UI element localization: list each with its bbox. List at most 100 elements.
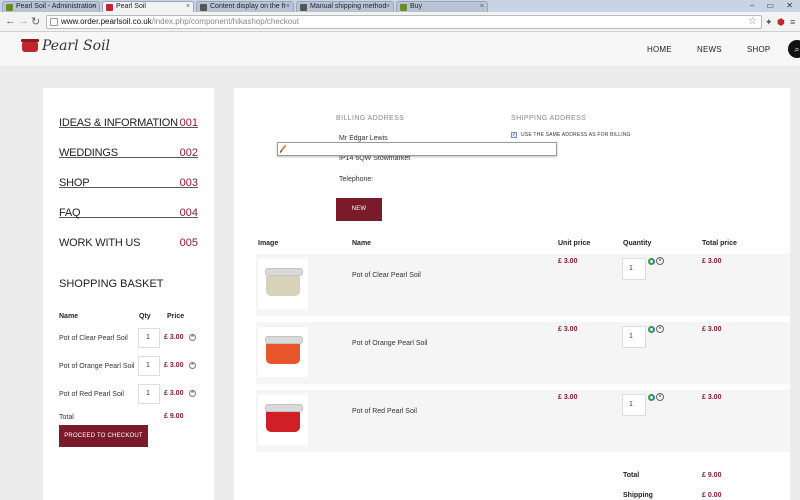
quantity-input[interactable]: 1: [622, 326, 646, 348]
joomla-icon: [6, 4, 13, 11]
billing-telephone: Telephone:: [339, 176, 374, 183]
proceed-to-checkout-button[interactable]: PROCEED TO CHECKOUT: [59, 425, 148, 447]
delete-icon[interactable]: ×: [656, 393, 664, 401]
remove-item-icon[interactable]: ×: [189, 362, 196, 369]
billing-address-heading: BILLING ADDRESS: [336, 115, 405, 122]
product-name[interactable]: Pot of Red Pearl Soil: [352, 408, 417, 415]
adblock-icon[interactable]: ⬢: [777, 17, 785, 28]
billing-postcode-city: IP14 6QW Stowmarket: [339, 155, 411, 162]
col-header-quantity: Quantity: [623, 240, 652, 247]
close-tab-icon[interactable]: ×: [92, 2, 96, 12]
summary-total-label: Total: [623, 472, 640, 479]
col-header-name: Name: [352, 240, 372, 247]
reload-icon[interactable]: ↻: [31, 15, 40, 28]
forum-icon: [300, 4, 307, 11]
tab-pearl-soil[interactable]: Pearl Soil ×: [102, 1, 194, 12]
checkout-panel: BILLING ADDRESS SHIPPING ADDRESS Mr Edga…: [234, 88, 790, 500]
basket-item-name: Pot of Red Pearl Soil: [59, 391, 124, 398]
product-image[interactable]: [258, 395, 308, 445]
basket-qty-input[interactable]: 1: [138, 328, 160, 348]
close-tab-icon[interactable]: ×: [186, 2, 190, 12]
site-logo[interactable]: Pearl Soil: [42, 38, 110, 54]
basket-item-name: Pot of Clear Pearl Soil: [59, 335, 128, 342]
remove-item-icon[interactable]: ×: [189, 390, 196, 397]
basket-qty-input[interactable]: 1: [138, 384, 160, 404]
nav-shop[interactable]: SHOP: [747, 45, 770, 54]
close-tab-icon[interactable]: ×: [286, 2, 290, 12]
tab-buy[interactable]: Buy ×: [396, 1, 488, 12]
url-host: www.order.pearlsoil.co.uk: [61, 17, 152, 26]
col-header-total-price: Total price: [702, 240, 737, 247]
summary-total-value: £ 9.00: [702, 472, 722, 479]
window-controls[interactable]: – ▭ ✕: [750, 1, 798, 10]
product-name[interactable]: Pot of Clear Pearl Soil: [352, 272, 421, 279]
col-header-unit-price: Unit price: [558, 240, 591, 247]
browser-tab-bar: Pearl Soil - Administration × Pearl Soil…: [0, 0, 800, 12]
menu-number: 005: [179, 237, 198, 249]
total-price: £ 3.00: [702, 258, 722, 265]
jar-image: [265, 336, 303, 364]
nav-home[interactable]: HOME: [647, 45, 672, 54]
refresh-icon[interactable]: [648, 258, 655, 265]
tab-pearl-soil-admin[interactable]: Pearl Soil - Administration ×: [2, 1, 100, 12]
table-row: Pot of Red Pearl Soil £ 3.00 1 × £ 3.00: [256, 390, 790, 452]
sidebar: IDEAS & INFORMATION 001 WEDDINGS 002 SHO…: [43, 88, 214, 500]
sidebar-item-weddings[interactable]: WEDDINGS 002: [59, 128, 198, 159]
basket-total-value: £ 9.00: [164, 413, 184, 420]
remove-item-icon[interactable]: ×: [189, 334, 196, 341]
summary-shipping-value: £ 0.00: [702, 492, 722, 499]
table-row: Pot of Clear Pearl Soil £ 3.00 1 × £ 3.0…: [256, 254, 790, 316]
table-row: Pot of Orange Pearl Soil £ 3.00 1 × £ 3.…: [256, 322, 790, 384]
product-image[interactable]: [258, 259, 308, 309]
refresh-icon[interactable]: [648, 394, 655, 401]
quantity-input[interactable]: 1: [622, 394, 646, 416]
extension-icon[interactable]: ✦: [765, 17, 773, 28]
quantity-input[interactable]: 1: [622, 258, 646, 280]
sidebar-item-shop[interactable]: SHOP 003: [59, 158, 198, 189]
tab-manual-shipping[interactable]: Manual shipping method ×: [296, 1, 394, 12]
new-address-button[interactable]: NEW: [336, 198, 382, 221]
basket-item-name: Pot of Orange Pearl Soil: [59, 363, 135, 370]
back-icon[interactable]: ←: [5, 15, 16, 27]
forward-icon[interactable]: →: [18, 15, 29, 27]
unit-price: £ 3.00: [558, 326, 578, 333]
forum-icon: [200, 4, 207, 11]
sidebar-item-ideas[interactable]: IDEAS & INFORMATION 001: [59, 98, 198, 129]
summary-shipping-label: Shipping: [623, 492, 653, 499]
refresh-icon[interactable]: [648, 326, 655, 333]
logo-pot-icon[interactable]: [21, 39, 39, 52]
bookmark-star-icon[interactable]: ☆: [748, 16, 757, 28]
billing-name: Mr Edgar Lewis: [339, 135, 388, 142]
basket-total-label: Total: [59, 414, 74, 421]
shipping-address-heading: SHIPPING ADDRESS: [511, 115, 587, 122]
basket-header-price: Price: [167, 313, 185, 320]
total-price: £ 3.00: [702, 326, 722, 333]
close-tab-icon[interactable]: ×: [480, 2, 484, 12]
same-address-checkbox[interactable]: ✓: [511, 132, 517, 138]
close-tab-icon[interactable]: ×: [386, 2, 390, 12]
basket-item-price: £ 3.00: [164, 334, 184, 341]
basket-qty-input[interactable]: 1: [138, 356, 160, 376]
jar-image: [265, 404, 303, 432]
menu-label: WORK WITH US: [59, 237, 141, 249]
tab-content-display[interactable]: Content display on the fr ×: [196, 1, 294, 12]
search-icon[interactable]: ⌕: [788, 40, 800, 58]
sidebar-item-work-with-us[interactable]: WORK WITH US 005: [59, 218, 198, 249]
product-name[interactable]: Pot of Orange Pearl Soil: [352, 340, 428, 347]
nav-news[interactable]: NEWS: [697, 45, 722, 54]
delete-icon[interactable]: ×: [656, 325, 664, 333]
basket-header-name: Name: [59, 313, 79, 320]
menu-icon[interactable]: ≡: [790, 17, 795, 27]
total-price: £ 3.00: [702, 394, 722, 401]
sidebar-item-faq[interactable]: FAQ 004: [59, 188, 198, 219]
joomla-icon: [400, 4, 407, 11]
autocomplete-popup[interactable]: [277, 142, 557, 156]
product-image[interactable]: [258, 327, 308, 377]
pencil-icon: [279, 144, 287, 154]
delete-icon[interactable]: ×: [656, 257, 664, 265]
basket-title: SHOPPING BASKET: [59, 278, 164, 290]
basket-item-price: £ 3.00: [164, 362, 184, 369]
address-bar[interactable]: www.order.pearlsoil.co.uk/index.php/comp…: [46, 15, 762, 29]
basket-item-price: £ 3.00: [164, 390, 184, 397]
col-header-image: Image: [258, 240, 279, 247]
